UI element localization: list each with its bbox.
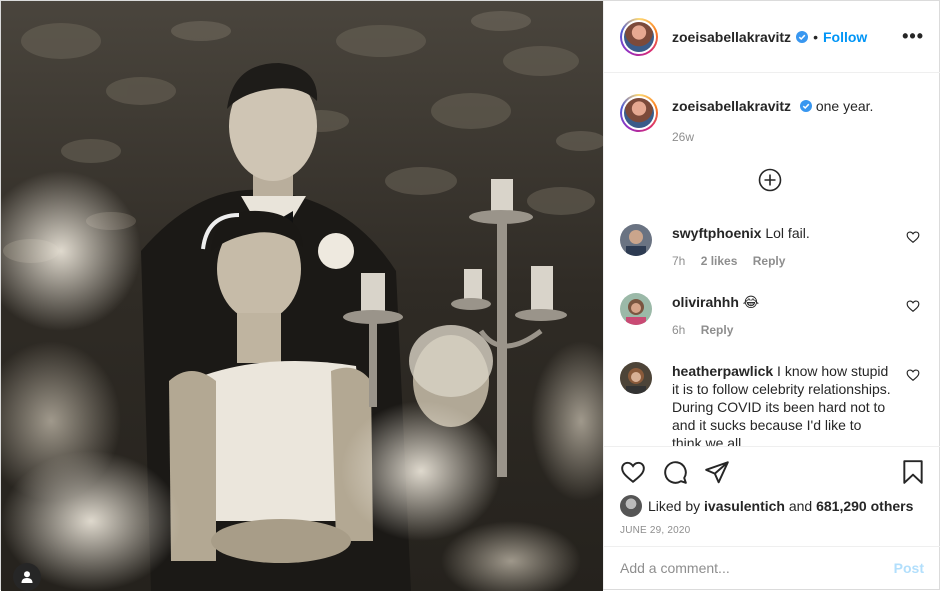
post-details-panel: zoeisabellakravitz • Follow ••• zoeisabe… bbox=[603, 1, 940, 589]
share-icon[interactable] bbox=[704, 459, 730, 485]
comment-icon[interactable] bbox=[662, 459, 688, 485]
post-actions: Liked by ivasulentich and 681,290 others… bbox=[604, 446, 940, 546]
reply-button[interactable]: Reply bbox=[701, 323, 734, 337]
wedding-photo-image bbox=[1, 1, 603, 591]
header-separator: • bbox=[813, 28, 818, 45]
liker-username[interactable]: ivasulentich bbox=[704, 498, 785, 514]
comment-text: 😂 bbox=[742, 294, 760, 310]
post-comment-button[interactable]: Post bbox=[894, 560, 924, 576]
heart-icon[interactable] bbox=[906, 230, 920, 244]
post-photo[interactable] bbox=[1, 1, 603, 591]
heart-icon[interactable] bbox=[906, 368, 920, 382]
author-avatar[interactable] bbox=[620, 17, 658, 56]
verified-badge-icon bbox=[799, 100, 812, 112]
caption-username[interactable]: zoeisabellakravitz bbox=[672, 98, 791, 114]
caption-text: one year. bbox=[815, 98, 874, 114]
likes-joiner: and bbox=[788, 498, 813, 514]
comments-list[interactable]: zoeisabellakravitz one year. 26w swyftph… bbox=[604, 74, 940, 446]
verified-badge-icon bbox=[796, 30, 809, 43]
commenter-avatar[interactable] bbox=[620, 293, 652, 325]
commenter-username[interactable]: swyftphoenix bbox=[672, 225, 761, 241]
post-caption: zoeisabellakravitz one year. 26w bbox=[620, 94, 930, 144]
add-circle-icon[interactable] bbox=[758, 168, 782, 192]
likes-summary: Liked by ivasulentich and 681,290 others bbox=[620, 495, 913, 517]
commenter-username[interactable]: olivirahhh bbox=[672, 294, 739, 310]
caption-avatar[interactable] bbox=[620, 94, 658, 132]
add-comment-bar: Post bbox=[604, 546, 940, 589]
post-header: zoeisabellakravitz • Follow ••• bbox=[604, 1, 940, 73]
likes-count[interactable]: 681,290 others bbox=[816, 498, 913, 514]
post-date[interactable]: JUNE 29, 2020 bbox=[620, 525, 690, 536]
comment-input[interactable] bbox=[620, 560, 894, 576]
caption-age[interactable]: 26w bbox=[672, 130, 694, 144]
commenter-username[interactable]: heatherpawlick bbox=[672, 363, 773, 379]
author-username[interactable]: zoeisabellakravitz bbox=[672, 29, 791, 45]
person-tag-icon bbox=[21, 571, 33, 583]
heart-icon[interactable] bbox=[620, 459, 646, 485]
comment-likes[interactable]: 2 likes bbox=[701, 254, 738, 268]
liker-avatar[interactable] bbox=[620, 495, 642, 517]
likes-prefix: Liked by bbox=[648, 498, 701, 514]
more-options-icon[interactable]: ••• bbox=[902, 27, 924, 45]
comment-text: Lol fail. bbox=[765, 225, 810, 241]
follow-button[interactable]: Follow bbox=[823, 29, 867, 45]
heart-icon[interactable] bbox=[906, 299, 920, 313]
reply-button[interactable]: Reply bbox=[753, 254, 786, 268]
person-tag-button[interactable] bbox=[13, 563, 41, 591]
commenter-avatar[interactable] bbox=[620, 224, 652, 256]
bookmark-icon[interactable] bbox=[900, 459, 926, 485]
comment-age[interactable]: 6h bbox=[672, 323, 685, 337]
commenter-avatar[interactable] bbox=[620, 362, 652, 394]
post-dialog: zoeisabellakravitz • Follow ••• zoeisabe… bbox=[0, 0, 940, 591]
comment-age[interactable]: 7h bbox=[672, 254, 685, 268]
